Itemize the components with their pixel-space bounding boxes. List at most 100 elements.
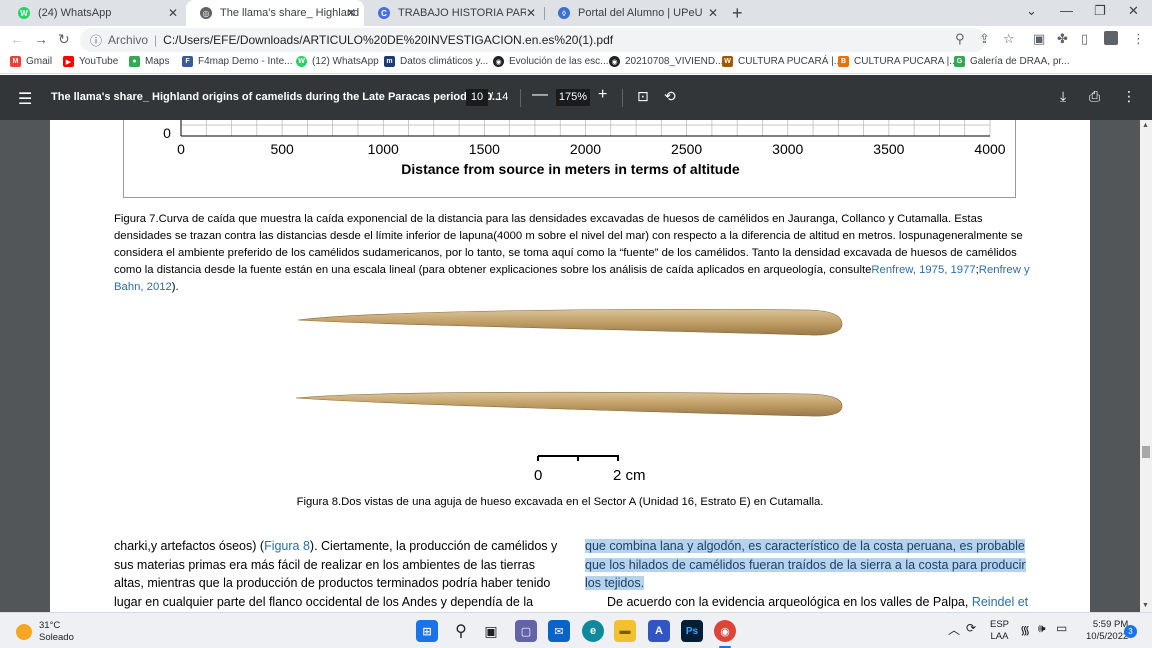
- figure7-chart: 0 500 1000 1500 2000 2500 3000 3500 4000 0 Distan…: [123, 120, 1016, 198]
- url-text[interactable]: C:/Users/EFE/Downloads/ARTICULO%20DE%20I…: [163, 33, 613, 47]
- scroll-down-arrow-icon[interactable]: ▼: [1142, 602, 1149, 609]
- search-icon[interactable]: ⚲: [450, 620, 472, 642]
- zoom-icon[interactable]: ⚲: [955, 31, 965, 47]
- windows-start-icon[interactable]: ⊞: [416, 620, 438, 642]
- whatsapp-icon: W: [18, 7, 30, 19]
- profile-avatar[interactable]: [1104, 31, 1118, 45]
- tab-title: TRABAJO HISTORIA PARACAS - 2: [398, 7, 526, 19]
- edge-browser-icon[interactable]: e: [582, 620, 604, 642]
- pdf-page: 0 500 1000 1500 2000 2500 3000 3500 4000 0 Distan…: [50, 120, 1090, 612]
- selected-text-highlight[interactable]: que combina lana y algodón, es caracterí…: [585, 539, 1026, 590]
- zoom-in-button[interactable]: +: [598, 86, 607, 104]
- bookmark-cultura-pucara-wiki[interactable]: W CULTURA PUCARÁ |...: [722, 56, 842, 67]
- weather-widget[interactable]: 31°C Soleado: [16, 620, 74, 644]
- mb-icon: m: [384, 56, 395, 67]
- x-tick-label: 2000: [569, 141, 602, 157]
- close-window-button[interactable]: ✕: [1128, 3, 1139, 19]
- fit-page-icon[interactable]: ⊡: [637, 88, 649, 105]
- file-explorer-icon[interactable]: ▬: [614, 620, 636, 642]
- wifi-icon[interactable]: ᯾: [1020, 621, 1030, 638]
- globe-icon: ◉: [609, 56, 620, 67]
- more-options-icon[interactable]: ⋮: [1122, 88, 1136, 105]
- download-icon[interactable]: ⤓: [1060, 88, 1066, 105]
- teams-chat-icon[interactable]: ▢: [515, 620, 537, 642]
- tab-search-button[interactable]: ⌄: [1026, 3, 1037, 19]
- language-indicator[interactable]: ESP LAA: [990, 619, 1009, 643]
- gmail-icon: M: [10, 56, 21, 67]
- bookmark-evolucion[interactable]: ◉ Evolución de las esc...: [493, 56, 609, 67]
- bookmark-star-icon[interactable]: ☆: [1003, 31, 1015, 47]
- sun-icon: [16, 624, 32, 640]
- canva-icon: C: [378, 7, 390, 19]
- close-icon[interactable]: ✕: [708, 6, 718, 20]
- scale-bar-label: 2 cm: [613, 467, 646, 484]
- mail-icon[interactable]: ✉: [548, 620, 570, 642]
- reload-icon[interactable]: ↻: [58, 31, 70, 48]
- tab-portal-alumno[interactable]: ◊ Portal del Alumno | UPeU ✕: [544, 0, 726, 26]
- x-tick-label: 3500: [873, 141, 905, 157]
- chevron-up-icon[interactable]: ︿: [948, 621, 960, 638]
- x-tick-label: 1500: [468, 141, 500, 157]
- figure7-caption: Figura 7.Curva de caída que muestra la c…: [114, 213, 1030, 293]
- maps-icon: ●: [129, 56, 140, 67]
- side-panel-icon[interactable]: ▯: [1081, 31, 1088, 47]
- system-clock[interactable]: 5:59 PM 10/5/2022: [1086, 619, 1128, 643]
- x-tick-label: 4000: [974, 141, 1006, 157]
- share-icon[interactable]: ⇪: [979, 31, 990, 47]
- minimize-button[interactable]: —: [1060, 3, 1073, 18]
- bookmark-whatsapp[interactable]: W (12) WhatsApp: [296, 56, 379, 67]
- citation-link-renfrew[interactable]: Renfrew, 1975, 1977: [871, 264, 975, 276]
- puzzle-icon[interactable]: ✤: [1057, 31, 1068, 47]
- close-icon[interactable]: ✕: [168, 6, 178, 20]
- photoshop-icon[interactable]: Ps: [681, 620, 703, 642]
- bookmark-vivienda[interactable]: ◉ 20210708_VIVIEND...: [609, 56, 723, 67]
- scrollbar-thumb[interactable]: [1142, 446, 1150, 458]
- figure8-link[interactable]: Figura 8: [264, 539, 310, 553]
- blogger-icon: B: [838, 56, 849, 67]
- bookmark-cultura-pucara-blog[interactable]: B CULTURA PUCARA |...: [838, 56, 958, 67]
- volume-icon[interactable]: 🕪: [1038, 621, 1046, 636]
- tab-title: (24) WhatsApp: [38, 7, 112, 19]
- notification-badge[interactable]: 3: [1124, 625, 1137, 638]
- back-arrow-icon[interactable]: ←: [10, 31, 24, 47]
- upeu-icon: ◊: [558, 7, 570, 19]
- task-view-icon[interactable]: ▣: [480, 620, 502, 642]
- scroll-up-arrow-icon[interactable]: ▲: [1142, 122, 1149, 129]
- zoom-out-button[interactable]: —: [532, 86, 548, 104]
- close-icon[interactable]: ✕: [346, 6, 356, 20]
- tab-title: Portal del Alumno | UPeU: [578, 7, 703, 19]
- pdf-globe-icon: ◎: [200, 7, 212, 19]
- rotate-icon[interactable]: ⟲: [664, 88, 676, 105]
- hamburger-menu-icon[interactable]: ☰: [18, 89, 32, 109]
- temperature: 31°C: [39, 620, 61, 631]
- chrome-icon[interactable]: ◉: [714, 620, 736, 642]
- bookmark-datos-climaticos[interactable]: m Datos climáticos y...: [384, 56, 488, 67]
- more-menu-icon[interactable]: ⋮: [1132, 31, 1145, 47]
- tab-trabajo-historia[interactable]: C TRABAJO HISTORIA PARACAS - 2 ✕: [364, 0, 544, 26]
- maximize-button[interactable]: ❐: [1094, 3, 1106, 19]
- address-bar[interactable]: ⓘ Archivo | C:/Users/EFE/Downloads/ARTIC…: [80, 28, 986, 52]
- bone-needle-image: [295, 309, 843, 461]
- forward-arrow-icon[interactable]: →: [34, 31, 48, 47]
- print-icon[interactable]: ⎙: [1089, 88, 1100, 105]
- tab-llamas-share[interactable]: ◎ The llama's share_ Highland orig ✕: [186, 0, 364, 26]
- info-icon[interactable]: ⓘ: [90, 32, 102, 49]
- bookmark-galeria-draa[interactable]: G Galería de DRAA, pr...: [954, 56, 1070, 67]
- bookmark-gmail[interactable]: M Gmail: [10, 56, 52, 67]
- x-tick-label: 0: [177, 141, 185, 157]
- tab-whatsapp[interactable]: W (24) WhatsApp ✕: [4, 0, 186, 26]
- close-icon[interactable]: ✕: [526, 6, 536, 20]
- pdf-viewport[interactable]: 0 500 1000 1500 2000 2500 3000 3500 4000 0 Distan…: [0, 120, 1140, 612]
- bookmark-youtube[interactable]: ▶ YouTube: [63, 56, 118, 67]
- vertical-scrollbar[interactable]: ▲ ▼: [1140, 120, 1152, 612]
- bookmark-f4map[interactable]: F F4map Demo - Inte...: [182, 56, 292, 67]
- new-tab-button[interactable]: +: [732, 3, 743, 24]
- body-text-left-column: charki,y artefactos óseos) (Figura 8). C…: [114, 539, 558, 609]
- affinity-icon[interactable]: A: [648, 620, 670, 642]
- sync-icon[interactable]: ⟳: [966, 621, 976, 635]
- zoom-level-input[interactable]: 175%: [556, 89, 590, 106]
- extension-icon[interactable]: ▣: [1033, 31, 1045, 47]
- bookmark-maps[interactable]: ● Maps: [129, 56, 169, 67]
- page-number-input[interactable]: 10: [466, 89, 488, 106]
- battery-icon[interactable]: ▭: [1056, 621, 1067, 635]
